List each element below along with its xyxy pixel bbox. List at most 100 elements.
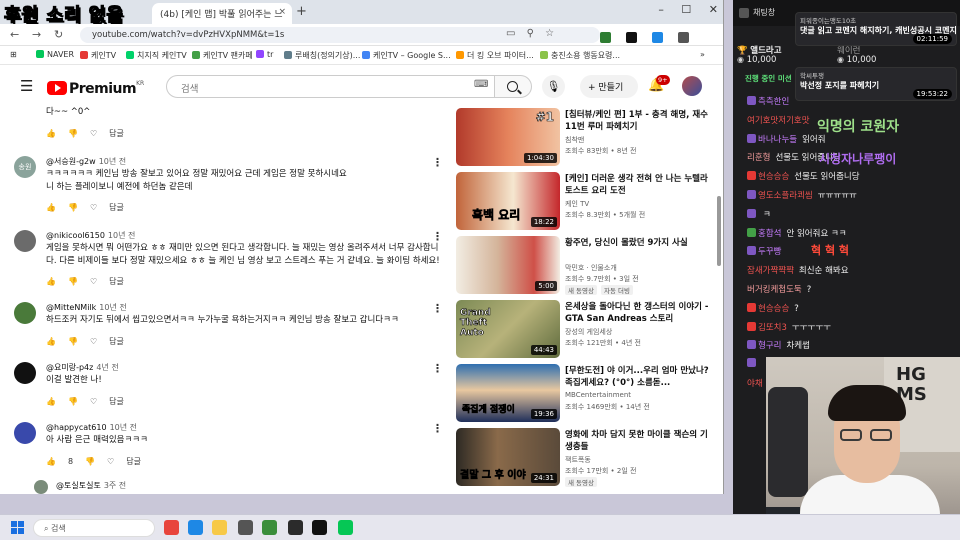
forward-icon[interactable]: →	[32, 28, 41, 41]
dislike-icon[interactable]: 👎	[68, 129, 78, 138]
notes-app-icon[interactable]	[262, 520, 277, 535]
heart-icon[interactable]: ♡	[90, 337, 97, 346]
bookmark-item[interactable]: 치지직 케인TV	[126, 50, 187, 61]
line-app-icon[interactable]	[338, 520, 353, 535]
channel-name[interactable]: 침착맨	[565, 135, 584, 145]
avatar[interactable]	[34, 480, 48, 494]
channel-name[interactable]: 막민호 · 인물소개	[565, 263, 617, 273]
video-thumbnail[interactable]: #1 1:04:30	[456, 108, 560, 166]
explorer-app-icon[interactable]	[212, 520, 227, 535]
reload-icon[interactable]: ↻	[54, 28, 63, 41]
chat-username[interactable]: 홍합석	[758, 229, 781, 239]
more-options-icon[interactable]: ⋮	[432, 230, 443, 243]
heart-icon[interactable]: ♡	[107, 457, 114, 466]
keyboard-icon[interactable]: ⌨	[474, 79, 488, 90]
avatar[interactable]	[14, 302, 36, 324]
video-title[interactable]: [무한도전] 야 이거...우리 엄마 만났나? 족집게세요? (°0°) 소름…	[565, 365, 715, 389]
dislike-icon[interactable]: 👎	[68, 397, 78, 406]
video-title[interactable]: 온세상을 돌아다닌 한 갱스터의 이야기 - GTA San Andreas 스…	[565, 301, 715, 325]
reply-button[interactable]: 답글	[109, 203, 124, 212]
video-title[interactable]: [침터뷰/케인 편] 1부 - 충격 해명, 재수 11번 루머 파헤치기	[565, 109, 715, 133]
close-window-icon[interactable]: ✕	[709, 3, 718, 16]
dislike-icon[interactable]: 👎	[68, 337, 78, 346]
bookmark-item[interactable]: 케인TV 팬카페	[192, 50, 253, 61]
taskbar-search-input[interactable]: ⌕ 검색	[33, 519, 155, 537]
chat-username[interactable]: 현승승승	[758, 304, 789, 314]
photos-app-icon[interactable]	[238, 520, 253, 535]
like-icon[interactable]: 👍	[46, 203, 56, 212]
video-title[interactable]: 황주연, 당신이 몰랐던 9가지 사실	[565, 237, 715, 249]
comment-author[interactable]: @서승원-g2w 10년 전	[46, 156, 126, 167]
dislike-icon[interactable]: 👎	[85, 457, 95, 466]
heart-icon[interactable]: ♡	[90, 203, 97, 212]
channel-name[interactable]: MBCentertainment	[565, 391, 631, 399]
reply-button[interactable]: 답글	[109, 337, 124, 346]
recommended-video[interactable]: Grand Theft Auto 44:43 온세상을 돌아다닌 한 갱스터의 …	[456, 300, 720, 358]
extension-icon[interactable]	[652, 32, 664, 43]
like-icon[interactable]: 👍	[46, 277, 56, 286]
bookmark-item[interactable]: NAVER	[36, 50, 74, 59]
bookmark-star-icon[interactable]: ☆	[545, 28, 554, 39]
create-button[interactable]: + 만들기	[580, 75, 638, 98]
reply-button[interactable]: 답글	[109, 277, 124, 286]
like-icon[interactable]: 👍	[46, 397, 56, 406]
more-options-icon[interactable]: ⋮	[432, 422, 443, 435]
avatar[interactable]	[14, 362, 36, 384]
chat-username[interactable]: 버거킹케첩도둑	[747, 285, 802, 295]
avatar[interactable]	[14, 422, 36, 444]
search-button[interactable]	[494, 75, 532, 98]
avatar[interactable]: 송원	[14, 156, 36, 178]
dislike-icon[interactable]: 👎	[68, 203, 78, 212]
youtube-logo[interactable]: PremiumKR	[47, 78, 144, 97]
channel-name[interactable]: 잭트폭동	[565, 455, 591, 465]
apps-grid-icon[interactable]: ⊞	[10, 50, 17, 59]
chat-username[interactable]: 야채	[747, 379, 763, 389]
more-options-icon[interactable]: ⋮	[432, 362, 443, 375]
cast-icon[interactable]: ▭	[506, 28, 515, 39]
video-thumbnail[interactable]: Grand Theft Auto 44:43	[456, 300, 560, 358]
extension-icon[interactable]	[626, 32, 638, 43]
channel-name[interactable]: 케인 TV	[565, 199, 589, 209]
chrome-app-icon[interactable]	[164, 520, 179, 535]
close-tab-icon[interactable]: ×	[278, 7, 286, 17]
avatar[interactable]	[682, 76, 702, 96]
channel-name[interactable]: 장성의 게임세상	[565, 327, 612, 337]
avatar[interactable]	[14, 230, 36, 252]
bookmark-item[interactable]: 케인TV – Google S...	[362, 50, 451, 61]
obs-app-icon[interactable]	[288, 520, 303, 535]
recommended-video[interactable]: #1 1:04:30 [침터뷰/케인 편] 1부 - 충격 해명, 재수 11번…	[456, 108, 720, 166]
extension-icon[interactable]	[678, 32, 690, 43]
reply-button[interactable]: 답글	[109, 397, 124, 406]
edge-app-icon[interactable]	[188, 520, 203, 535]
chat-username[interactable]: 김또치3	[758, 323, 787, 333]
more-options-icon[interactable]: ⋮	[432, 302, 443, 315]
chat-username[interactable]: 바나나누들	[758, 135, 797, 145]
youtube-search-input[interactable]: 검색	[166, 75, 496, 98]
dislike-icon[interactable]: 👎	[68, 277, 78, 286]
bookmarks-overflow-icon[interactable]: »	[700, 50, 705, 59]
comment-author[interactable]: @요미랑-p4z 4년 전	[46, 362, 119, 373]
heart-icon[interactable]: ♡	[90, 277, 97, 286]
recommended-video[interactable]: 흑백 요리 18:22 [케인] 더러운 생각 전혀 안 나는 누텔라 토스트 …	[456, 172, 720, 230]
bookmark-item[interactable]: 루배칭(정의기상)...	[284, 50, 360, 61]
video-title[interactable]: [케인] 더러운 생각 전혀 안 나는 누텔라 토스트 요리 도전	[565, 173, 715, 197]
video-thumbnail[interactable]: 5:00	[456, 236, 560, 294]
comment-author[interactable]: @nikicool6150 10년 전	[46, 230, 135, 241]
back-icon[interactable]: ←	[10, 28, 19, 41]
recommended-video[interactable]: 5:00 황주연, 당신이 몰랐던 9가지 사실 막민호 · 인물소개 조회수 …	[456, 236, 720, 295]
mission-card[interactable]: 피워종이는맹도10초 댓글 읽고 코멘지 해지하기, 캐빈성공시 코멘지 02:…	[795, 12, 957, 46]
chat-username[interactable]: 여기호맛저기호맛	[747, 116, 810, 126]
heart-icon[interactable]: ♡	[90, 397, 97, 406]
bookmark-item[interactable]: 충진소용 행동요령...	[540, 50, 620, 61]
extension-icon[interactable]	[600, 32, 611, 43]
like-icon[interactable]: 👍	[46, 337, 56, 346]
chat-username[interactable]: 리훈형	[747, 153, 770, 163]
page-scrollbar[interactable]	[717, 196, 721, 266]
browser-tab-2[interactable]: (4b) [케인 맵] 박풀 읽어주는 느 ×	[152, 3, 292, 24]
comment-author[interactable]: @토실토실토 3주 전	[56, 480, 126, 491]
hamburger-menu-icon[interactable]: ☰	[20, 77, 33, 95]
chat-username[interactable]: 현승승승	[758, 172, 789, 182]
more-options-icon[interactable]: ⋮	[432, 156, 443, 169]
voice-search-button[interactable]: 🎙	[542, 75, 565, 98]
minimize-icon[interactable]: –	[658, 3, 664, 16]
